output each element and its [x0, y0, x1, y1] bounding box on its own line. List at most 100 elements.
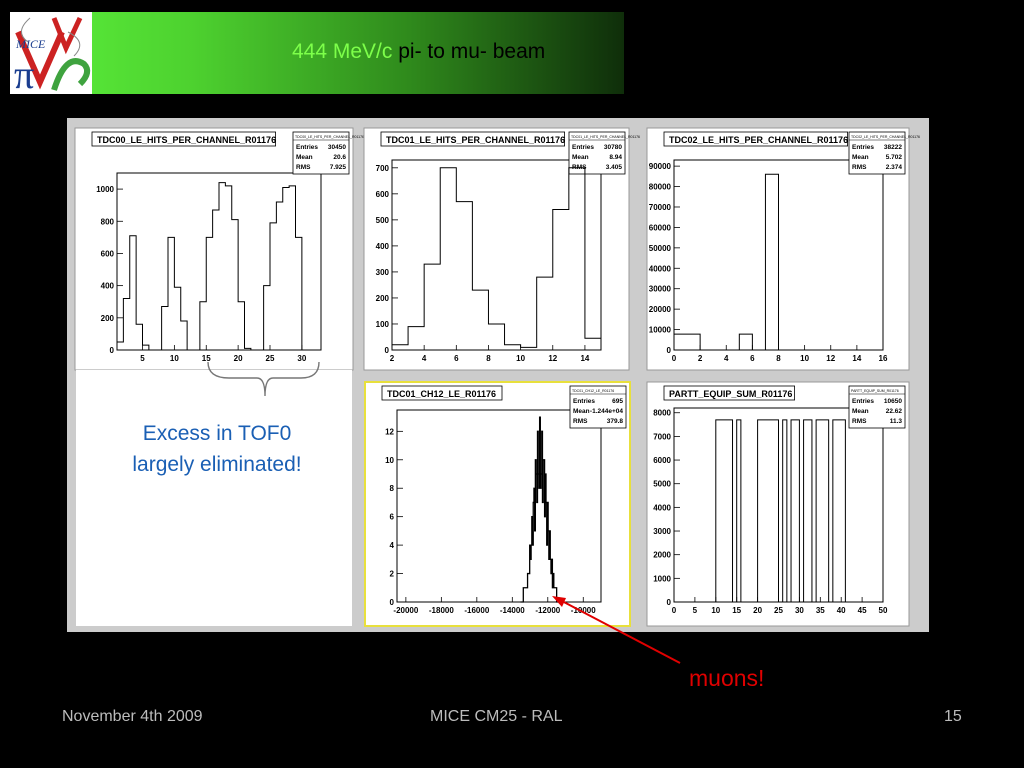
x-tick-label: 40 — [837, 606, 846, 615]
x-tick-label: 12 — [548, 354, 557, 363]
y-tick-label: 70000 — [649, 203, 672, 212]
stats-value: 8.94 — [609, 154, 622, 161]
x-tick-label: -16000 — [464, 606, 489, 615]
x-tick-label: 8 — [776, 354, 781, 363]
y-tick-label: 500 — [376, 216, 390, 225]
histogram-title: TDC00_LE_HITS_PER_CHANNEL_R01176 — [97, 135, 276, 145]
stats-label: Entries — [572, 144, 594, 151]
stats-value: 10650 — [884, 398, 902, 405]
y-tick-label: 1000 — [653, 574, 671, 583]
y-tick-label: 100 — [376, 320, 390, 329]
x-tick-label: -20000 — [393, 606, 418, 615]
x-tick-label: 10 — [711, 606, 720, 615]
y-tick-label: 90000 — [649, 162, 672, 171]
x-tick-label: 6 — [454, 354, 459, 363]
stats-value: 20.6 — [333, 154, 346, 161]
y-tick-label: 8000 — [653, 409, 671, 418]
x-tick-label: -14000 — [500, 606, 525, 615]
x-tick-label: 2 — [390, 354, 395, 363]
stats-label: Entries — [573, 398, 595, 405]
y-tick-label: 5000 — [653, 480, 671, 489]
x-tick-label: 4 — [724, 354, 729, 363]
stats-label: RMS — [296, 164, 311, 171]
stats-header: TDC01_LE_HITS_PER_CHANNEL_R01176 — [571, 135, 640, 139]
y-tick-label: 0 — [385, 346, 390, 355]
y-tick-label: 10 — [385, 456, 394, 465]
x-tick-label: 45 — [858, 606, 867, 615]
x-tick-label: 0 — [672, 606, 677, 615]
stats-value: 2.374 — [886, 164, 903, 171]
y-tick-label: 30000 — [649, 285, 672, 294]
stats-label: Mean — [572, 154, 589, 161]
y-tick-label: 12 — [385, 427, 394, 436]
stats-value: 11.3 — [890, 418, 903, 425]
annotation-line-1: Excess in TOF0 — [142, 422, 292, 445]
title-rest: pi- to mu- beam — [392, 40, 546, 63]
y-tick-label: 20000 — [649, 305, 672, 314]
y-tick-label: 200 — [101, 314, 115, 323]
stats-value: 30780 — [604, 144, 622, 151]
x-tick-label: -10000 — [571, 606, 596, 615]
stats-label: Mean — [296, 154, 313, 161]
y-tick-label: 40000 — [649, 264, 672, 273]
stats-header: TDC00_LE_HITS_PER_CHANNEL_R01176 — [295, 135, 364, 139]
x-tick-label: 2 — [698, 354, 703, 363]
mice-logo: MICE π — [10, 12, 92, 94]
y-tick-label: 4 — [390, 541, 395, 550]
x-tick-label: 14 — [580, 354, 589, 363]
stats-label: Mean — [852, 154, 869, 161]
histogram-2: TDC02_LE_HITS_PER_CHANNEL_R01176 TDC02_LE… — [646, 127, 920, 371]
x-tick-label: 6 — [750, 354, 755, 363]
stats-label: Entries — [852, 144, 874, 151]
y-tick-label: 8 — [390, 484, 395, 493]
histogram-title: PARTT_EQUIP_SUM_R01176 — [669, 389, 792, 399]
x-tick-label: 15 — [732, 606, 741, 615]
y-tick-label: 0 — [390, 598, 395, 607]
stats-value: 695 — [612, 398, 623, 405]
svg-text:π: π — [14, 52, 34, 94]
stats-value: 379.8 — [607, 418, 624, 425]
y-tick-label: 0 — [667, 598, 672, 607]
y-tick-label: 400 — [101, 282, 115, 291]
y-tick-label: 7000 — [653, 432, 671, 441]
y-tick-label: 600 — [101, 249, 115, 258]
y-tick-label: 200 — [376, 294, 390, 303]
y-tick-label: 2 — [390, 570, 395, 579]
stats-label: Entries — [296, 144, 318, 151]
annotation-line-2: largely eliminated! — [132, 453, 302, 476]
x-tick-label: 4 — [422, 354, 427, 363]
y-tick-label: 4000 — [653, 503, 671, 512]
y-tick-label: 80000 — [649, 183, 672, 192]
stats-value: 38222 — [884, 144, 902, 151]
footer-event: MICE CM25 - RAL — [430, 708, 563, 725]
stats-label: Mean — [852, 408, 869, 415]
stats-value: 5.702 — [886, 154, 903, 161]
histogram-4: PARTT_EQUIP_SUM_R01176 PARTT_EQUIP_SUM_R0… — [646, 381, 910, 627]
brace-icon — [207, 361, 320, 397]
y-tick-label: 3000 — [653, 527, 671, 536]
x-tick-label: 14 — [852, 354, 861, 363]
logo-text: MICE — [15, 37, 46, 51]
histogram-title: TDC01_CH12_LE_R01176 — [387, 389, 496, 399]
x-tick-label: 10 — [800, 354, 809, 363]
histogram-3: TDC01_CH12_LE_R01176 TDC01_CH12_LE_R01176… — [364, 381, 631, 627]
stats-label: Mean — [573, 408, 590, 415]
stats-header: TDC01_CH12_LE_R01176 — [572, 389, 614, 393]
stats-value: 3.405 — [606, 164, 623, 171]
x-tick-label: 12 — [826, 354, 835, 363]
y-tick-label: 10000 — [649, 326, 672, 335]
histogram-title: TDC01_LE_HITS_PER_CHANNEL_R01176 — [386, 135, 565, 145]
stats-label: Entries — [852, 398, 874, 405]
histogram-1: TDC01_LE_HITS_PER_CHANNEL_R01176 TDC01_LE… — [363, 127, 640, 371]
y-tick-label: 600 — [376, 190, 390, 199]
x-tick-label: 30 — [795, 606, 804, 615]
histogram-0: TDC00_LE_HITS_PER_CHANNEL_R01176 TDC00_LE… — [74, 127, 364, 371]
stats-value: -1.244e+04 — [590, 408, 623, 415]
title-highlight: 444 MeV/c — [292, 40, 393, 63]
x-tick-label: 8 — [486, 354, 491, 363]
x-tick-label: 10 — [170, 354, 179, 363]
x-tick-label: 50 — [879, 606, 888, 615]
stats-header: PARTT_EQUIP_SUM_R01176 — [851, 389, 899, 393]
muons-label: muons! — [689, 665, 765, 691]
histogram-title: TDC02_LE_HITS_PER_CHANNEL_R01176 — [669, 135, 848, 145]
